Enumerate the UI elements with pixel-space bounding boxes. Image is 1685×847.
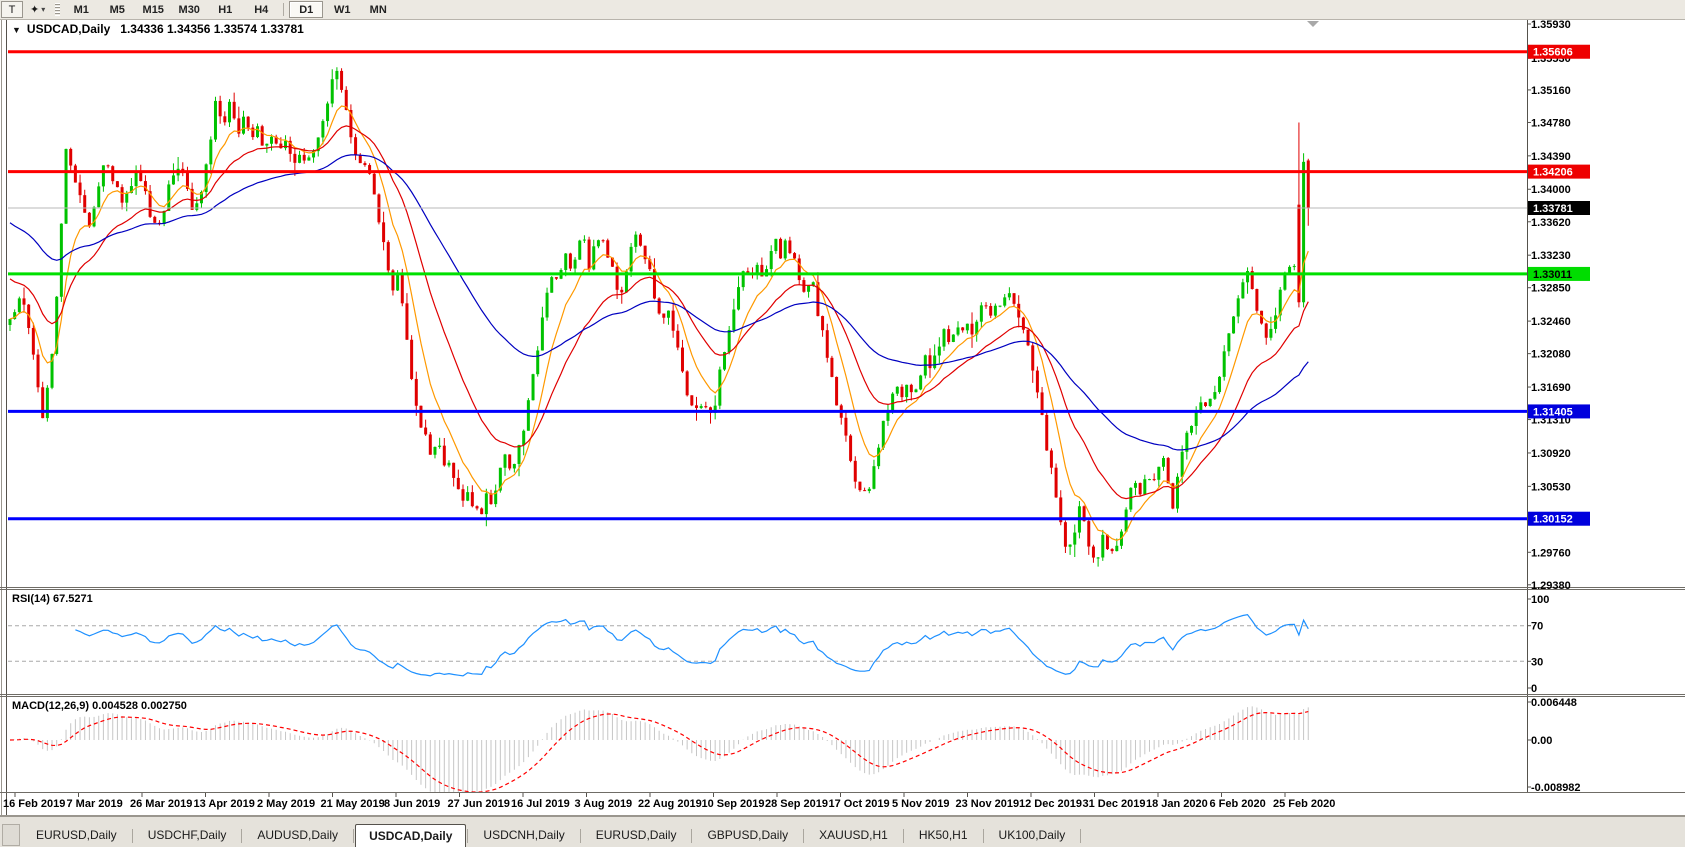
- price-tick-label: 1.32080: [1531, 349, 1571, 361]
- price-badge-label: 1.31405: [1533, 406, 1573, 418]
- tab-divider: [902, 829, 904, 843]
- rsi-tick-label: 30: [1531, 656, 1543, 668]
- timeframe-button-m1[interactable]: M1: [64, 1, 98, 18]
- price-tick-label: 1.32460: [1531, 316, 1571, 328]
- price-tick-label: 1.34000: [1531, 184, 1571, 196]
- price-tick-label: 1.33620: [1531, 217, 1571, 229]
- price-tick-label: 1.29380: [1531, 580, 1571, 592]
- date-tick-label: 22 Aug 2019: [638, 798, 702, 810]
- tab-divider: [241, 829, 243, 843]
- timeframe-button-w1[interactable]: W1: [325, 1, 359, 18]
- rsi-tick-label: 100: [1531, 594, 1549, 606]
- date-tick-label: 8 Jun 2019: [384, 798, 440, 810]
- toolbar-grip: [55, 3, 61, 16]
- price-badge-label: 1.34206: [1533, 167, 1573, 179]
- tab-divider: [691, 829, 693, 843]
- price-badge-label: 1.35606: [1533, 47, 1573, 59]
- date-tick-label: 13 Apr 2019: [194, 798, 255, 810]
- chart-tab-audusd-daily[interactable]: AUDUSD,Daily: [243, 824, 352, 846]
- tab-divider: [579, 829, 581, 843]
- chart-tab-usdcnh-daily[interactable]: USDCNH,Daily: [469, 824, 578, 846]
- timeframe-button-mn[interactable]: MN: [361, 1, 395, 18]
- macd-tick-label: 0.006448: [1531, 697, 1577, 709]
- timeframe-button-m30[interactable]: M30: [172, 1, 206, 18]
- macd-tick-label: -0.008982: [1531, 782, 1581, 794]
- tabbar-stub: [2, 824, 20, 846]
- date-tick-label: 6 Feb 2020: [1210, 798, 1266, 810]
- price-tick-label: 1.31690: [1531, 382, 1571, 394]
- arrange-charts-icon: ✦: [30, 4, 40, 16]
- chart-tab-gbpusd-daily[interactable]: GBPUSD,Daily: [693, 824, 802, 846]
- date-tick-label: 7 Mar 2019: [67, 798, 123, 810]
- price-tick-label: 1.35930: [1531, 19, 1571, 31]
- timeframe-button-m5[interactable]: M5: [100, 1, 134, 18]
- date-tick-label: 23 Nov 2019: [956, 798, 1020, 810]
- chart-tab-hk50-h1[interactable]: HK50,H1: [905, 824, 982, 846]
- price-tick-label: 1.30920: [1531, 448, 1571, 460]
- date-tick-label: 5 Nov 2019: [892, 798, 949, 810]
- symbol-dropdown-icon[interactable]: ▼: [12, 25, 21, 35]
- date-tick-label: 21 May 2019: [321, 798, 385, 810]
- ohlc-values: 1.34336 1.34356 1.33574 1.33781: [120, 22, 304, 36]
- tab-divider: [353, 829, 355, 843]
- symbol-label: USDCAD,Daily: [26, 22, 111, 36]
- timeframe-button-h4[interactable]: H4: [244, 1, 278, 18]
- rsi-tick-label: 70: [1531, 621, 1543, 633]
- price-badge-label: 1.30152: [1533, 514, 1573, 526]
- text-tool-button[interactable]: T: [1, 1, 23, 18]
- price-tick-label: 1.34390: [1531, 151, 1571, 163]
- price-tick-label: 1.35160: [1531, 85, 1571, 97]
- tab-divider: [467, 829, 469, 843]
- chart-tab-eurusd-daily[interactable]: EURUSD,Daily: [582, 824, 691, 846]
- date-tick-label: 28 Sep 2019: [765, 798, 828, 810]
- macd-label: MACD(12,26,9) 0.004528 0.002750: [12, 700, 187, 712]
- toolbar-separator: [283, 3, 285, 16]
- timeframe-button-m15[interactable]: M15: [136, 1, 170, 18]
- chart-tab-usdcad-daily[interactable]: USDCAD,Daily: [355, 824, 467, 847]
- rsi-tick-label: 0: [1531, 683, 1537, 695]
- timeframe-toolbar: M1 M5 M15 M30 H1 H4 D1 W1 MN: [63, 1, 396, 18]
- date-tick-label: 10 Sep 2019: [702, 798, 765, 810]
- mt4-window: T ✦ ▾ M1 M5 M15 M30 H1 H4 D1 W1 MN 1.35930 1.3553…: [0, 0, 1685, 847]
- dropdown-caret-icon: ▾: [41, 5, 46, 14]
- chart-tab-eurusd-daily[interactable]: EURUSD,Daily: [22, 824, 131, 846]
- date-tick-label: 2 May 2019: [257, 798, 315, 810]
- date-tick-label: 26 Mar 2019: [130, 798, 192, 810]
- chart-canvas[interactable]: 1.359301.355301.351601.347801.343901.340…: [0, 0, 1685, 816]
- chart-tab-xauusd-h1[interactable]: XAUUSD,H1: [805, 824, 902, 846]
- price-badge-label: 1.33781: [1533, 203, 1573, 215]
- tab-divider: [982, 829, 984, 843]
- chart-tab-usdchf-daily[interactable]: USDCHF,Daily: [134, 824, 241, 846]
- price-tick-label: 1.34780: [1531, 117, 1571, 129]
- price-tick-label: 1.32850: [1531, 283, 1571, 295]
- chart-tabs-bar: EURUSD,Daily USDCHF,Daily AUDUSD,Daily USDC…: [0, 816, 1685, 847]
- date-tick-label: 18 Jan 2020: [1146, 798, 1208, 810]
- price-tick-label: 1.30530: [1531, 481, 1571, 493]
- top-toolbar: T ✦ ▾ M1 M5 M15 M30 H1 H4 D1 W1 MN: [0, 0, 1685, 20]
- date-tick-label: 16 Jul 2019: [511, 798, 570, 810]
- tab-divider: [131, 829, 133, 843]
- date-tick-label: 27 Jun 2019: [448, 798, 510, 810]
- date-tick-label: 31 Dec 2019: [1083, 798, 1146, 810]
- macd-tick-label: 0.00: [1531, 735, 1552, 747]
- date-tick-label: 12 Dec 2019: [1019, 798, 1082, 810]
- price-tick-label: 1.33230: [1531, 250, 1571, 262]
- rsi-label: RSI(14) 67.5271: [12, 593, 93, 605]
- chart-title: ▼ USDCAD,Daily 1.34336 1.34356 1.33574 1.3…: [12, 22, 304, 36]
- arrange-charts-button[interactable]: ✦ ▾: [25, 1, 50, 18]
- tab-divider: [803, 829, 805, 843]
- chart-tab-uk100-daily[interactable]: UK100,Daily: [985, 824, 1080, 846]
- price-badge-label: 1.33011: [1533, 269, 1572, 281]
- timeframe-button-h1[interactable]: H1: [208, 1, 242, 18]
- date-tick-label: 17 Oct 2019: [829, 798, 890, 810]
- price-tick-label: 1.29760: [1531, 547, 1571, 559]
- date-tick-label: 16 Feb 2019: [3, 798, 65, 810]
- timeframe-button-d1[interactable]: D1: [289, 1, 324, 18]
- tab-divider: [1080, 829, 1082, 843]
- date-tick-label: 3 Aug 2019: [575, 798, 633, 810]
- date-tick-label: 25 Feb 2020: [1273, 798, 1335, 810]
